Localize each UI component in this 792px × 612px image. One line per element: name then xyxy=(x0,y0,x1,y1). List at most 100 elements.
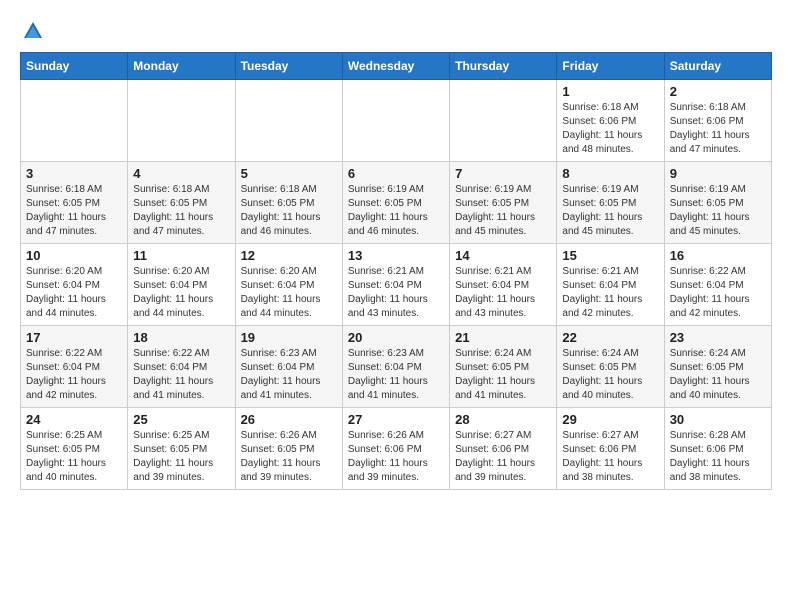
calendar-cell: 11Sunrise: 6:20 AMSunset: 6:04 PMDayligh… xyxy=(128,244,235,326)
day-info: Sunrise: 6:22 AMSunset: 6:04 PMDaylight:… xyxy=(26,347,122,403)
day-info: Sunrise: 6:22 AMSunset: 6:04 PMDaylight:… xyxy=(133,347,229,403)
day-number: 28 xyxy=(455,412,551,427)
day-info: Sunrise: 6:23 AMSunset: 6:04 PMDaylight:… xyxy=(348,347,444,403)
day-number: 2 xyxy=(670,84,766,99)
day-number: 27 xyxy=(348,412,444,427)
day-number: 1 xyxy=(562,84,658,99)
calendar-cell: 25 Sunrise: 6:25 AMSunset: 6:05 PMDayligh… xyxy=(128,408,235,490)
calendar-week-5: 24 Sunrise: 6:25 AMSunset: 6:05 PMDayligh… xyxy=(21,408,772,490)
day-number: 6 xyxy=(348,166,444,181)
day-info: Sunrise: 6:27 AMSunset: 6:06 PMDaylight:… xyxy=(455,429,551,485)
calendar-table: SundayMondayTuesdayWednesdayThursdayFrid… xyxy=(20,52,772,490)
day-info: Sunrise: 6:19 AMSunset: 6:05 PMDaylight:… xyxy=(455,183,551,239)
calendar-cell: 19 Sunrise: 6:23 AMSunset: 6:04 PMDayligh… xyxy=(235,326,342,408)
day-number: 4 xyxy=(133,166,229,181)
day-info: Sunrise: 6:25 AMSunset: 6:05 PMDaylight:… xyxy=(26,429,122,485)
day-number: 9 xyxy=(670,166,766,181)
calendar-cell: 18 Sunrise: 6:22 AMSunset: 6:04 PMDayligh… xyxy=(128,326,235,408)
day-number: 21 xyxy=(455,330,551,345)
calendar-cell: 16 Sunrise: 6:22 AMSunset: 6:04 PMDayligh… xyxy=(664,244,771,326)
calendar-cell: 26 Sunrise: 6:26 AMSunset: 6:05 PMDayligh… xyxy=(235,408,342,490)
day-info: Sunrise: 6:19 AMSunset: 6:05 PMDaylight:… xyxy=(348,183,444,239)
header xyxy=(20,20,772,42)
calendar-cell: 8Sunrise: 6:19 AMSunset: 6:05 PMDaylight… xyxy=(557,162,664,244)
day-info: Sunrise: 6:19 AMSunset: 6:05 PMDaylight:… xyxy=(670,183,766,239)
day-info: Sunrise: 6:18 AMSunset: 6:06 PMDaylight:… xyxy=(670,101,766,157)
day-info: Sunrise: 6:19 AMSunset: 6:05 PMDaylight:… xyxy=(562,183,658,239)
day-number: 19 xyxy=(241,330,337,345)
day-info: Sunrise: 6:23 AMSunset: 6:04 PMDaylight:… xyxy=(241,347,337,403)
day-info: Sunrise: 6:25 AMSunset: 6:05 PMDaylight:… xyxy=(133,429,229,485)
calendar-cell: 21Sunrise: 6:24 AMSunset: 6:05 PMDayligh… xyxy=(450,326,557,408)
calendar-week-2: 3 Sunrise: 6:18 AMSunset: 6:05 PMDaylight… xyxy=(21,162,772,244)
calendar-cell: 29 Sunrise: 6:27 AMSunset: 6:06 PMDayligh… xyxy=(557,408,664,490)
day-number: 12 xyxy=(241,248,337,263)
weekday-header-tuesday: Tuesday xyxy=(235,53,342,80)
day-number: 7 xyxy=(455,166,551,181)
calendar-cell xyxy=(128,80,235,162)
calendar-week-3: 10 Sunrise: 6:20 AMSunset: 6:04 PMDayligh… xyxy=(21,244,772,326)
day-info: Sunrise: 6:21 AMSunset: 6:04 PMDaylight:… xyxy=(455,265,551,321)
day-number: 5 xyxy=(241,166,337,181)
calendar-cell xyxy=(21,80,128,162)
day-info: Sunrise: 6:21 AMSunset: 6:04 PMDaylight:… xyxy=(348,265,444,321)
logo-icon xyxy=(22,20,44,42)
weekday-header-sunday: Sunday xyxy=(21,53,128,80)
day-info: Sunrise: 6:20 AMSunset: 6:04 PMDaylight:… xyxy=(241,265,337,321)
calendar-cell: 15Sunrise: 6:21 AMSunset: 6:04 PMDayligh… xyxy=(557,244,664,326)
calendar-week-4: 17 Sunrise: 6:22 AMSunset: 6:04 PMDayligh… xyxy=(21,326,772,408)
day-number: 10 xyxy=(26,248,122,263)
day-info: Sunrise: 6:24 AMSunset: 6:05 PMDaylight:… xyxy=(670,347,766,403)
day-number: 14 xyxy=(455,248,551,263)
calendar-cell: 22 Sunrise: 6:24 AMSunset: 6:05 PMDayligh… xyxy=(557,326,664,408)
weekday-header-saturday: Saturday xyxy=(664,53,771,80)
calendar-cell: 13Sunrise: 6:21 AMSunset: 6:04 PMDayligh… xyxy=(342,244,449,326)
calendar-cell xyxy=(342,80,449,162)
day-number: 26 xyxy=(241,412,337,427)
calendar-cell: 10Sunrise: 6:20 AMSunset: 6:04 PMDayligh… xyxy=(21,244,128,326)
calendar-cell: 9 Sunrise: 6:19 AMSunset: 6:05 PMDaylight… xyxy=(664,162,771,244)
calendar-cell: 24 Sunrise: 6:25 AMSunset: 6:05 PMDayligh… xyxy=(21,408,128,490)
day-number: 30 xyxy=(670,412,766,427)
day-number: 18 xyxy=(133,330,229,345)
calendar-cell: 23 Sunrise: 6:24 AMSunset: 6:05 PMDayligh… xyxy=(664,326,771,408)
day-info: Sunrise: 6:22 AMSunset: 6:04 PMDaylight:… xyxy=(670,265,766,321)
day-info: Sunrise: 6:26 AMSunset: 6:06 PMDaylight:… xyxy=(348,429,444,485)
day-number: 3 xyxy=(26,166,122,181)
day-number: 29 xyxy=(562,412,658,427)
weekday-header-wednesday: Wednesday xyxy=(342,53,449,80)
day-number: 23 xyxy=(670,330,766,345)
day-info: Sunrise: 6:27 AMSunset: 6:06 PMDaylight:… xyxy=(562,429,658,485)
day-number: 17 xyxy=(26,330,122,345)
day-info: Sunrise: 6:21 AMSunset: 6:04 PMDaylight:… xyxy=(562,265,658,321)
weekday-header-friday: Friday xyxy=(557,53,664,80)
calendar-cell: 17 Sunrise: 6:22 AMSunset: 6:04 PMDayligh… xyxy=(21,326,128,408)
day-number: 25 xyxy=(133,412,229,427)
calendar-header-row: SundayMondayTuesdayWednesdayThursdayFrid… xyxy=(21,53,772,80)
day-info: Sunrise: 6:24 AMSunset: 6:05 PMDaylight:… xyxy=(562,347,658,403)
logo xyxy=(20,20,44,42)
calendar-cell: 28 Sunrise: 6:27 AMSunset: 6:06 PMDayligh… xyxy=(450,408,557,490)
page: SundayMondayTuesdayWednesdayThursdayFrid… xyxy=(0,0,792,500)
calendar-cell: 2 Sunrise: 6:18 AMSunset: 6:06 PMDaylight… xyxy=(664,80,771,162)
day-number: 16 xyxy=(670,248,766,263)
day-info: Sunrise: 6:28 AMSunset: 6:06 PMDaylight:… xyxy=(670,429,766,485)
calendar-cell: 3 Sunrise: 6:18 AMSunset: 6:05 PMDaylight… xyxy=(21,162,128,244)
calendar-cell: 14 Sunrise: 6:21 AMSunset: 6:04 PMDayligh… xyxy=(450,244,557,326)
day-number: 11 xyxy=(133,248,229,263)
calendar-cell xyxy=(235,80,342,162)
day-number: 22 xyxy=(562,330,658,345)
day-number: 20 xyxy=(348,330,444,345)
weekday-header-thursday: Thursday xyxy=(450,53,557,80)
day-info: Sunrise: 6:26 AMSunset: 6:05 PMDaylight:… xyxy=(241,429,337,485)
day-info: Sunrise: 6:18 AMSunset: 6:05 PMDaylight:… xyxy=(133,183,229,239)
calendar-cell: 5Sunrise: 6:18 AMSunset: 6:05 PMDaylight… xyxy=(235,162,342,244)
calendar-cell: 30 Sunrise: 6:28 AMSunset: 6:06 PMDayligh… xyxy=(664,408,771,490)
day-info: Sunrise: 6:18 AMSunset: 6:05 PMDaylight:… xyxy=(26,183,122,239)
day-info: Sunrise: 6:18 AMSunset: 6:06 PMDaylight:… xyxy=(562,101,658,157)
calendar-cell: 1 Sunrise: 6:18 AMSunset: 6:06 PMDaylight… xyxy=(557,80,664,162)
calendar-cell: 4 Sunrise: 6:18 AMSunset: 6:05 PMDaylight… xyxy=(128,162,235,244)
calendar-cell: 7 Sunrise: 6:19 AMSunset: 6:05 PMDaylight… xyxy=(450,162,557,244)
day-number: 24 xyxy=(26,412,122,427)
calendar-cell xyxy=(450,80,557,162)
